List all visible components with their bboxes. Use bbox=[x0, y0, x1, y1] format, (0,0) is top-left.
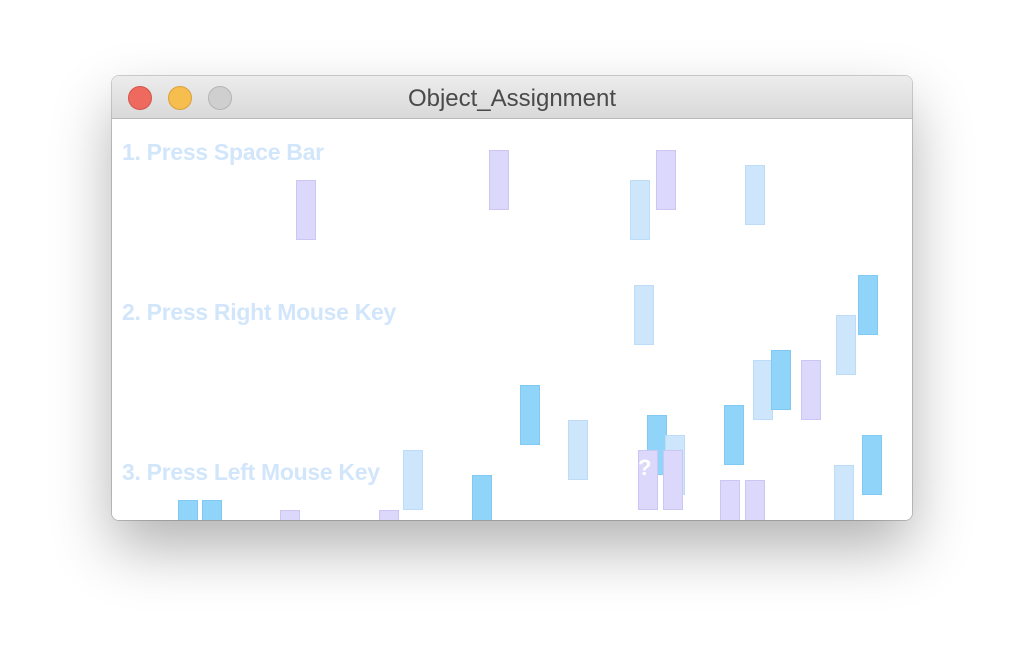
instruction-right-mouse: 2. Press Right Mouse Key bbox=[122, 299, 396, 325]
app-window: Object_Assignment ? 1. Press Space Bar 2… bbox=[112, 76, 912, 520]
block bbox=[745, 165, 765, 225]
title-bar[interactable]: Object_Assignment bbox=[112, 76, 912, 119]
block bbox=[202, 500, 222, 520]
instruction-space-bar: 1. Press Space Bar bbox=[122, 139, 324, 165]
instruction-left-mouse: 3. Press Left Mouse Key bbox=[122, 459, 380, 485]
block bbox=[520, 385, 540, 445]
block bbox=[296, 180, 316, 240]
block bbox=[753, 360, 773, 420]
window-title: Object_Assignment bbox=[407, 85, 617, 112]
block bbox=[663, 450, 683, 510]
block bbox=[862, 435, 882, 495]
block bbox=[472, 475, 492, 520]
block bbox=[630, 180, 650, 240]
block bbox=[489, 150, 509, 210]
block bbox=[836, 315, 856, 375]
block bbox=[403, 450, 423, 510]
block bbox=[801, 360, 821, 420]
block bbox=[858, 275, 878, 335]
block bbox=[834, 465, 854, 520]
block bbox=[656, 150, 676, 210]
block bbox=[280, 510, 300, 520]
block bbox=[720, 480, 740, 520]
block bbox=[379, 510, 399, 520]
block bbox=[724, 405, 744, 465]
block bbox=[568, 420, 588, 480]
question-marker: ? bbox=[638, 455, 652, 480]
block bbox=[771, 350, 791, 410]
drawing-canvas[interactable]: ? 1. Press Space Bar 2. Press Right Mous… bbox=[112, 119, 912, 520]
block bbox=[634, 285, 654, 345]
block bbox=[745, 480, 765, 520]
block bbox=[178, 500, 198, 520]
